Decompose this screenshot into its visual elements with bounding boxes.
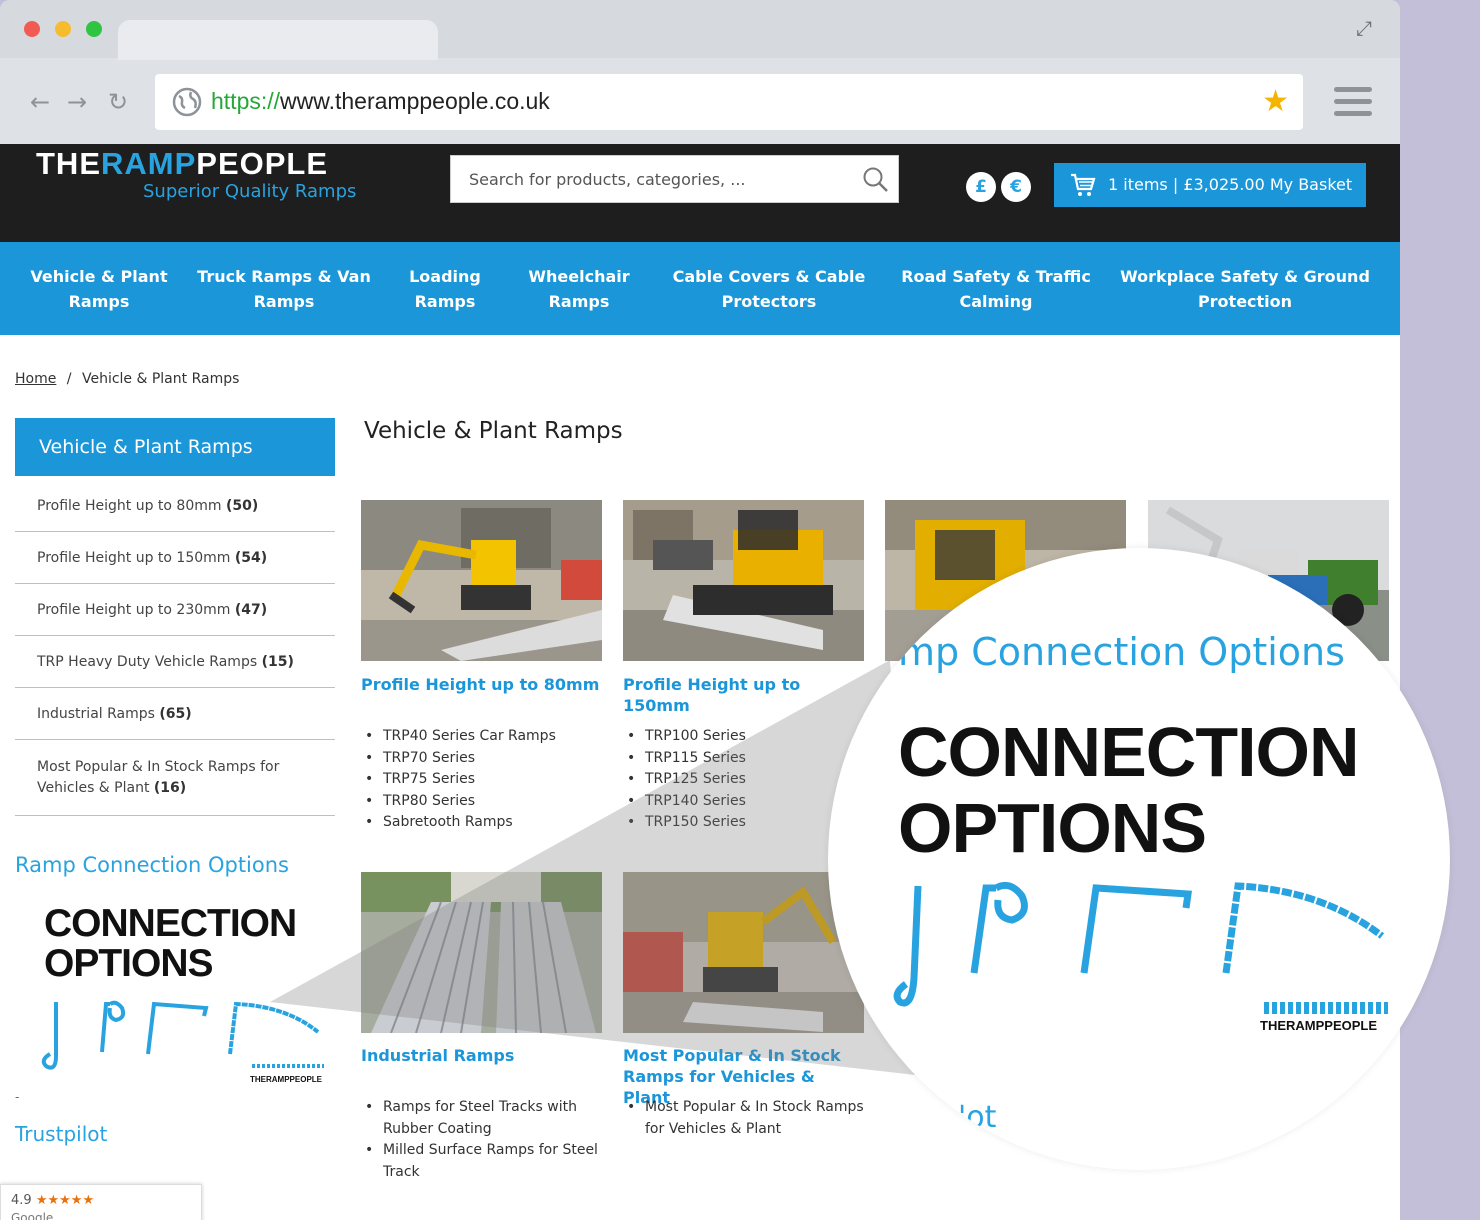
nav-workplace-safety[interactable]: Workplace Safety & Ground Protection	[1116, 264, 1374, 314]
nav-loading-ramps[interactable]: Loading Ramps	[395, 264, 495, 314]
list-item[interactable]: TRP140 Series	[623, 791, 864, 813]
maximize-window-button[interactable]	[86, 21, 102, 37]
list-item[interactable]: TRP100 Series	[623, 726, 864, 748]
sidebar-item-heavy-duty[interactable]: TRP Heavy Duty Vehicle Ramps (15)	[15, 636, 335, 688]
main-nav: Vehicle & Plant Ramps Truck Ramps & Van Ra…	[0, 242, 1400, 335]
list-item[interactable]: TRP115 Series	[623, 748, 864, 770]
category-list-80mm: TRP40 Series Car Ramps TRP70 Series TRP7…	[361, 726, 602, 834]
site-header: THERAMPPEOPLE Superior Quality Ramps £ €…	[0, 144, 1400, 242]
url-text: https://www.theramppeople.co.uk	[211, 88, 550, 114]
google-logo: Google	[11, 1211, 54, 1220]
breadcrumb-separator: /	[66, 371, 72, 387]
breadcrumb-current: Vehicle & Plant Ramps	[81, 371, 240, 387]
nav-cable-covers[interactable]: Cable Covers & Cable Protectors	[665, 264, 873, 314]
globe-icon	[172, 87, 202, 117]
industrial-ramps-photo	[361, 872, 602, 1033]
nav-truck-van-ramps[interactable]: Truck Ramps & Van Ramps	[193, 264, 375, 314]
search-input[interactable]	[451, 156, 851, 202]
sidebar-item-industrial[interactable]: Industrial Ramps (65)	[15, 688, 335, 740]
category-link-industrial[interactable]: Industrial Ramps	[361, 1045, 602, 1066]
bookmark-star-icon[interactable]: ★	[1262, 84, 1289, 120]
list-item[interactable]: Milled Surface Ramps for Steel Track	[361, 1140, 602, 1183]
browser-tab[interactable]	[118, 20, 438, 60]
reload-icon[interactable]: ↻	[104, 88, 132, 116]
back-arrow-icon[interactable]: ←	[26, 88, 54, 116]
logo-tagline: Superior Quality Ramps	[143, 181, 357, 202]
sidebar-item-most-popular[interactable]: Most Popular & In Stock Ramps for Vehicl…	[15, 740, 335, 816]
star-rating-icon: ★★★★★	[35, 1193, 95, 1208]
sidebar-item-150mm[interactable]: Profile Height up to 150mm (54)	[15, 532, 335, 584]
list-item[interactable]: TRP70 Series	[361, 748, 602, 770]
mini-digger-photo	[623, 872, 864, 1033]
hamburger-menu-icon[interactable]	[1334, 87, 1372, 117]
page-title: Vehicle & Plant Ramps	[364, 418, 623, 444]
basket-button[interactable]: 1 items | £3,025.00 My Basket	[1054, 163, 1366, 207]
magnified-connection-options: mp Connection Options CONNECTION OPTIONS …	[828, 548, 1450, 1170]
basket-summary: 1 items | £3,025.00 My Basket	[1108, 175, 1353, 194]
svg-text:THERAMPPEOPLE: THERAMPPEOPLE	[250, 1075, 323, 1084]
site-logo[interactable]: THERAMPPEOPLE	[36, 146, 328, 182]
category-link-150mm[interactable]: Profile Height up to 150mm	[623, 674, 864, 716]
sidebar-category-list: Profile Height up to 80mm (50) Profile H…	[15, 480, 335, 816]
connection-options-title[interactable]: Ramp Connection Options	[15, 853, 289, 877]
category-list-150mm: TRP100 Series TRP115 Series TRP125 Serie…	[623, 726, 864, 834]
list-item[interactable]: TRP150 Series	[623, 812, 864, 834]
category-list-industrial: Ramps for Steel Tracks with Rubber Coati…	[361, 1097, 602, 1183]
sidebar-dash: -	[15, 1090, 20, 1104]
magnified-title: mp Connection Options	[898, 630, 1345, 674]
mini-excavator-photo	[361, 500, 602, 661]
connection-options-banner[interactable]: CONNECTION OPTIONS	[44, 904, 297, 984]
product-image-80mm[interactable]	[361, 500, 602, 661]
nav-road-safety[interactable]: Road Safety & Traffic Calming	[896, 264, 1096, 314]
product-image-industrial[interactable]	[361, 872, 602, 1033]
address-bar[interactable]: https://www.theramppeople.co.uk ★	[155, 74, 1303, 130]
list-item[interactable]: TRP125 Series	[623, 769, 864, 791]
nav-vehicle-plant-ramps[interactable]: Vehicle & Plant Ramps	[28, 264, 170, 314]
list-item[interactable]: Most Popular & In Stock Ramps for Vehicl…	[623, 1097, 864, 1140]
fullscreen-icon[interactable]: ⤢	[1352, 16, 1376, 40]
product-image-most-popular[interactable]	[623, 872, 864, 1033]
close-window-button[interactable]	[24, 21, 40, 37]
cart-icon	[1071, 173, 1096, 196]
magnified-trustpilot-fragment: 'ot	[958, 1100, 997, 1135]
search-icon[interactable]	[862, 166, 890, 194]
ramppeople-mini-logo: THERAMPPEOPLE	[250, 1064, 324, 1084]
svg-text:THERAMPPEOPLE: THERAMPPEOPLE	[1260, 1018, 1377, 1032]
sidebar-item-230mm[interactable]: Profile Height up to 230mm (47)	[15, 584, 335, 636]
breadcrumb: Home / Vehicle & Plant Ramps	[15, 371, 239, 387]
nav-wheelchair-ramps[interactable]: Wheelchair Ramps	[520, 264, 638, 314]
category-list-most-popular: Most Popular & In Stock Ramps for Vehicl…	[623, 1097, 864, 1140]
list-item[interactable]: TRP75 Series	[361, 769, 602, 791]
search-box	[450, 155, 899, 203]
list-item[interactable]: Sabretooth Ramps	[361, 812, 602, 834]
tracked-loader-photo	[623, 500, 864, 661]
sidebar-heading[interactable]: Vehicle & Plant Ramps	[15, 418, 335, 476]
google-review-badge[interactable]: 4.9 ★★★★★ Google	[0, 1184, 202, 1220]
connection-profiles-graphic: THERAMPPEOPLE	[41, 1000, 324, 1084]
category-link-80mm[interactable]: Profile Height up to 80mm	[361, 674, 602, 695]
magnified-ramppeople-logo: THERAMPPEOPLE	[1260, 1002, 1388, 1032]
list-item[interactable]: TRP40 Series Car Ramps	[361, 726, 602, 748]
trustpilot-link[interactable]: Trustpilot	[15, 1122, 107, 1146]
product-image-150mm[interactable]	[623, 500, 864, 661]
minimize-window-button[interactable]	[55, 21, 71, 37]
review-score: 4.9 ★★★★★	[11, 1193, 95, 1208]
browser-chrome: ⤢ ← → ↻ https://www.theramppeople.co.uk …	[0, 0, 1400, 144]
breadcrumb-home-link[interactable]: Home	[15, 371, 56, 387]
magnified-banner: CONNECTION OPTIONS	[898, 713, 1360, 867]
list-item[interactable]: TRP80 Series	[361, 791, 602, 813]
list-item[interactable]: Ramps for Steel Tracks with Rubber Coati…	[361, 1097, 602, 1140]
forward-arrow-icon[interactable]: →	[63, 88, 91, 116]
currency-gbp-button[interactable]: £	[966, 172, 996, 202]
currency-eur-button[interactable]: €	[1001, 172, 1031, 202]
sidebar-item-80mm[interactable]: Profile Height up to 80mm (50)	[15, 480, 335, 532]
